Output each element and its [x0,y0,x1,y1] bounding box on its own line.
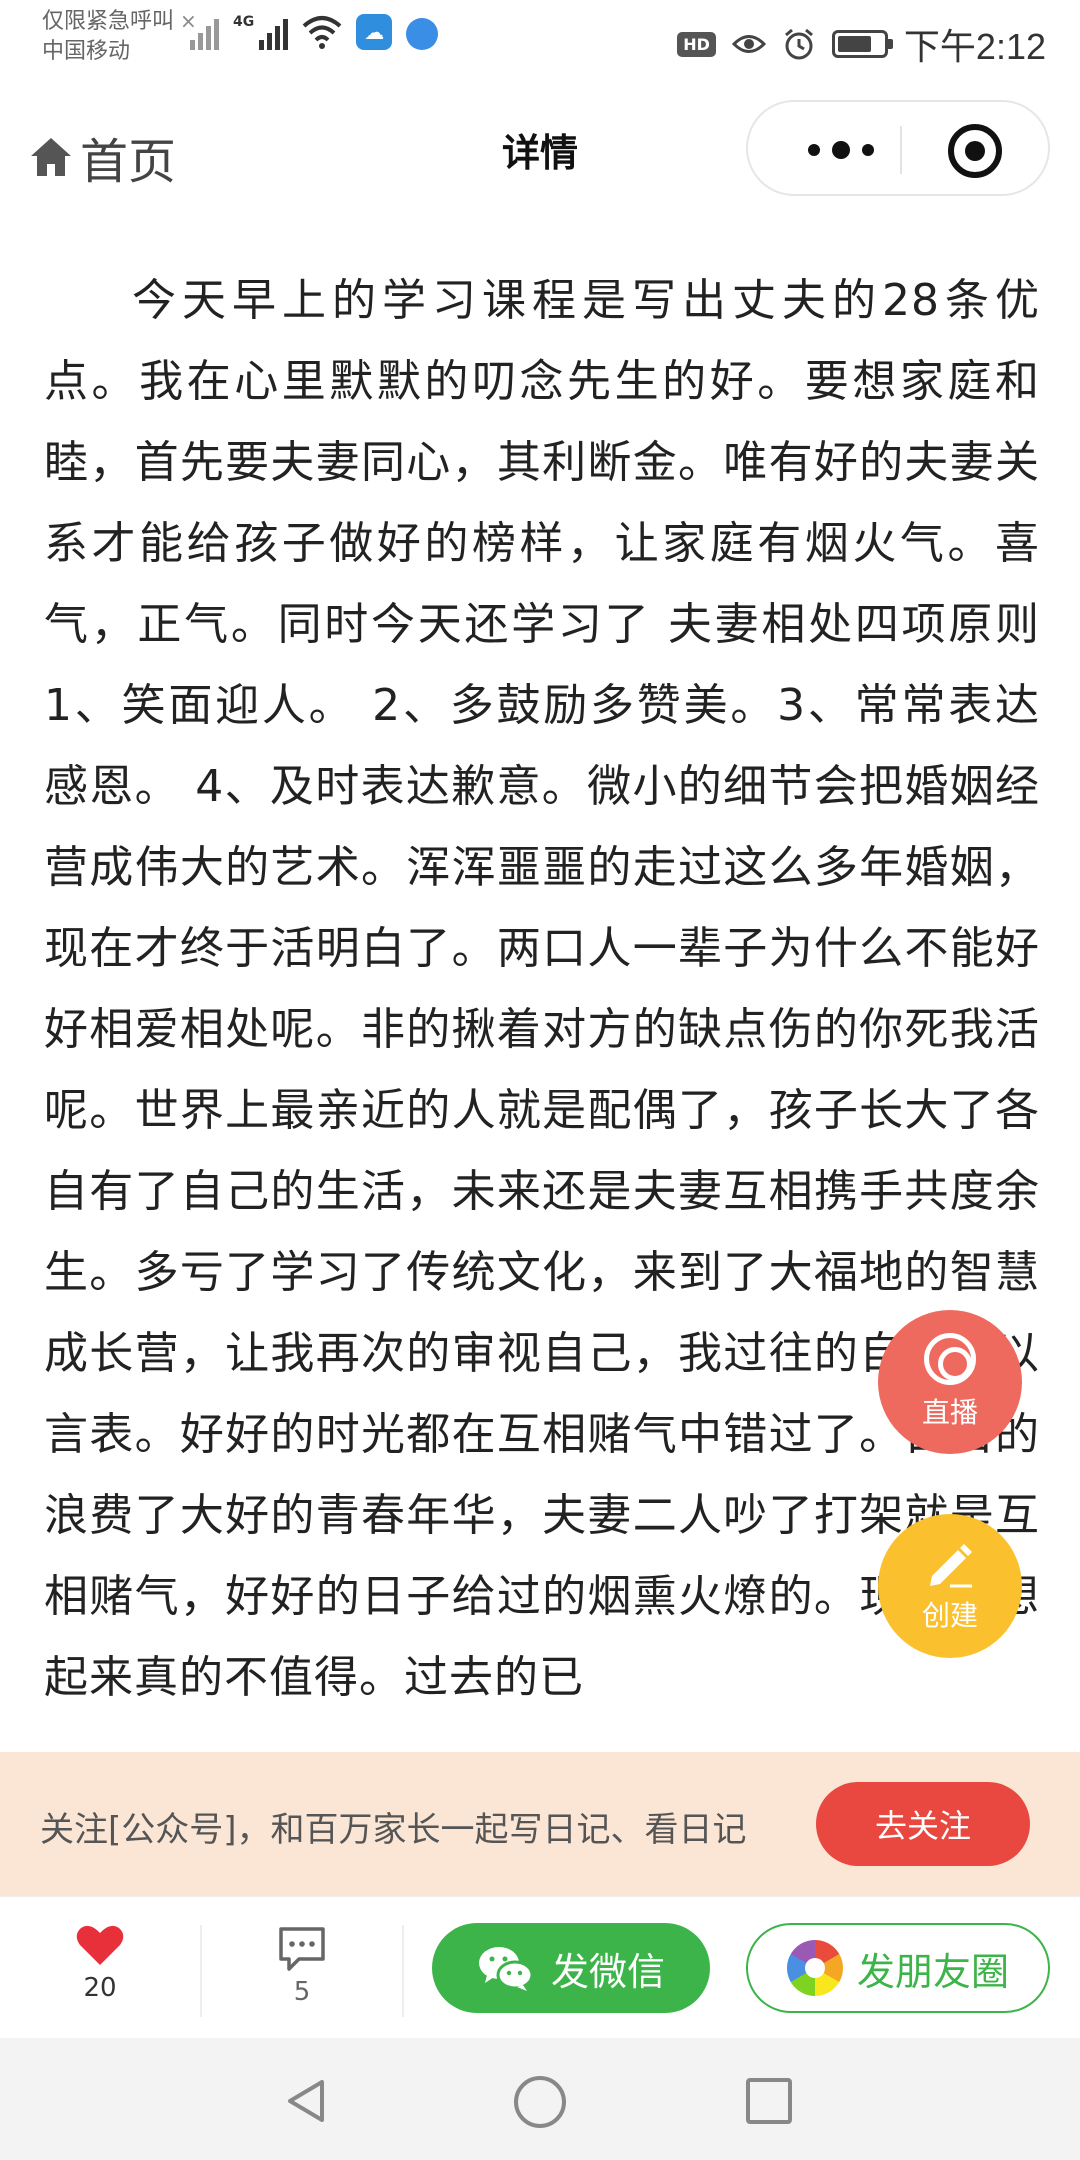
pencil-icon [930,1544,972,1588]
alarm-icon [784,28,813,60]
eye-comfort-icon [731,35,766,53]
battery-icon [831,30,893,58]
emergency-only-text: 仅限紧急呼叫 [42,9,175,34]
comment-count: 5 [293,1977,311,2007]
wifi-icon [302,14,342,50]
status-icons-right: HD 下午2:12 [677,18,1046,70]
article-body: 今天早上的学习课程是写出丈夫的28条优点。我在心里默默的叨念先生的好。要想家庭和… [44,260,1040,1750]
create-button[interactable]: 创建 [878,1514,1022,1658]
miniprogram-capsule [746,100,1050,196]
action-divider [200,1925,202,2017]
carrier-info: 仅限紧急呼叫 × 中国移动 [42,6,197,67]
cloud-app-icon: ☁ [356,14,393,50]
share-wechat-label: 发微信 [550,1949,665,1994]
system-nav-bar [0,2038,1080,2160]
live-label: 直播 [921,1396,978,1429]
action-divider [402,1925,404,2017]
signal-icon-4g: 4G [233,14,289,50]
system-home-button[interactable] [514,2076,566,2128]
share-moments-button[interactable]: 发朋友圈 [746,1923,1050,2013]
heart-icon [76,1925,124,1965]
like-count: 20 [83,1973,117,2003]
hd-voice-icon: HD [677,31,716,57]
comment-icon [279,1927,325,1971]
create-label: 创建 [921,1599,978,1632]
bottom-action-bar: 20 5 发微信 发朋友圈 [0,1896,1080,2038]
follow-banner-text: 关注[公众号]，和百万家长一起写日记、看日记 [40,1810,747,1850]
share-moments-label: 发朋友圈 [856,1949,1009,1994]
share-wechat-button[interactable]: 发微信 [432,1923,710,2013]
clock: 下午2:12 [903,26,1046,67]
close-miniprogram-button[interactable] [948,124,1002,178]
comment-button[interactable]: 5 [262,1925,342,2007]
like-button[interactable]: 20 [60,1923,140,2003]
wechat-icon [478,1947,534,1991]
follow-banner: 关注[公众号]，和百万家长一起写日记、看日记 去关注 [0,1752,1080,1896]
signal-icon-sim1 [190,14,219,50]
status-icons-left: 4G ☁ [190,14,439,50]
browser-app-icon [406,18,439,50]
back-icon[interactable] [282,2076,332,2126]
live-icon [924,1333,976,1385]
capsule-divider [900,126,902,174]
nav-bar: 首页 详情 [0,80,1080,220]
more-options-button[interactable] [786,126,896,174]
moments-icon [786,1940,843,1996]
network-type-label: 4G [233,14,255,30]
carrier-name: 中国移动 [42,39,131,64]
follow-button[interactable]: 去关注 [816,1782,1030,1866]
live-button[interactable]: 直播 [878,1310,1022,1454]
battery-level [837,36,871,52]
status-bar: 仅限紧急呼叫 × 中国移动 4G ☁ HD 下午2:12 [0,0,1080,80]
article-text: 今天早上的学习课程是写出丈夫的28条优点。我在心里默默的叨念先生的好。要想家庭和… [44,275,1040,1703]
recent-apps-button[interactable] [746,2078,792,2124]
